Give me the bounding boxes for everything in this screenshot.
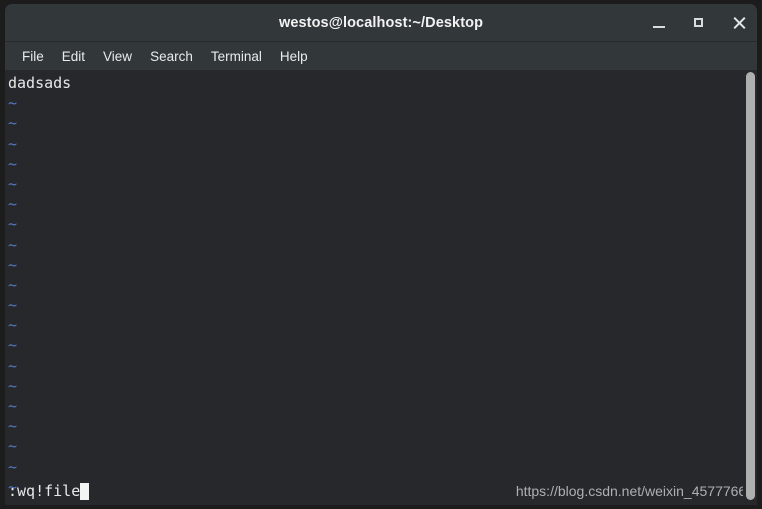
menu-item-file[interactable]: File bbox=[13, 46, 53, 67]
terminal-window: westos@localhost:~/Desktop File Edit Vie… bbox=[0, 0, 762, 509]
vim-empty-line-marker: ~ bbox=[8, 154, 18, 173]
menu-item-terminal[interactable]: Terminal bbox=[202, 46, 271, 67]
vim-empty-line-marker: ~ bbox=[8, 94, 18, 113]
window-title: westos@localhost:~/Desktop bbox=[278, 15, 484, 31]
terminal-screen[interactable]: dadsads ~ ~ ~ ~ ~ ~ ~ ~ ~ ~ ~ ~ ~ ~ ~ ~ ~ ~ ~ ~ :wq!file htt… bbox=[5, 70, 757, 505]
vertical-scrollbar[interactable] bbox=[743, 70, 757, 505]
vim-empty-line-marker: ~ bbox=[8, 296, 18, 315]
maximize-button[interactable] bbox=[689, 13, 709, 33]
vim-empty-line-marker: ~ bbox=[8, 215, 18, 234]
vim-empty-line-marker: ~ bbox=[8, 376, 18, 395]
vim-empty-line-marker: ~ bbox=[8, 356, 18, 375]
menubar: File Edit View Search Terminal Help bbox=[5, 42, 757, 70]
minimize-icon bbox=[653, 26, 665, 28]
vim-empty-line-marker: ~ bbox=[8, 336, 18, 355]
vim-empty-line-marker: ~ bbox=[8, 114, 18, 133]
close-button[interactable] bbox=[729, 13, 749, 33]
vim-empty-line-marker: ~ bbox=[8, 255, 18, 274]
vim-empty-line-marker: ~ bbox=[8, 235, 18, 254]
vim-empty-line-marker: ~ bbox=[8, 437, 18, 456]
vim-empty-line-marker: ~ bbox=[8, 316, 18, 335]
vim-empty-line-marker: ~ bbox=[8, 134, 18, 153]
vim-empty-line-marker: ~ bbox=[8, 174, 18, 193]
vim-empty-line-marker: ~ bbox=[8, 195, 18, 214]
window-controls bbox=[649, 4, 749, 42]
vim-buffer: dadsads ~ ~ ~ ~ ~ ~ ~ ~ ~ ~ ~ ~ ~ ~ ~ ~ ~ ~ ~ ~ bbox=[5, 70, 745, 505]
vim-empty-line-marker: ~ bbox=[8, 275, 18, 294]
titlebar[interactable]: westos@localhost:~/Desktop bbox=[5, 4, 757, 42]
maximize-icon bbox=[694, 18, 703, 27]
menu-item-edit[interactable]: Edit bbox=[53, 46, 94, 67]
text-cursor bbox=[80, 482, 90, 500]
vim-empty-line-marker: ~ bbox=[8, 397, 18, 415]
vim-command-text: :wq!file bbox=[8, 482, 81, 500]
menu-item-search[interactable]: Search bbox=[141, 46, 202, 67]
scrollbar-thumb[interactable] bbox=[746, 72, 755, 500]
vim-empty-line-marker: ~ bbox=[8, 457, 18, 476]
vim-text-line: dadsads bbox=[8, 74, 72, 92]
vim-empty-line-marker: ~ bbox=[8, 417, 18, 436]
watermark-url: https://blog.csdn.net/weixin_45777669 bbox=[515, 483, 754, 499]
menu-item-help[interactable]: Help bbox=[271, 46, 317, 67]
vim-command-line[interactable]: :wq!file bbox=[8, 481, 90, 501]
menu-item-view[interactable]: View bbox=[94, 46, 141, 67]
minimize-button[interactable] bbox=[649, 13, 669, 33]
